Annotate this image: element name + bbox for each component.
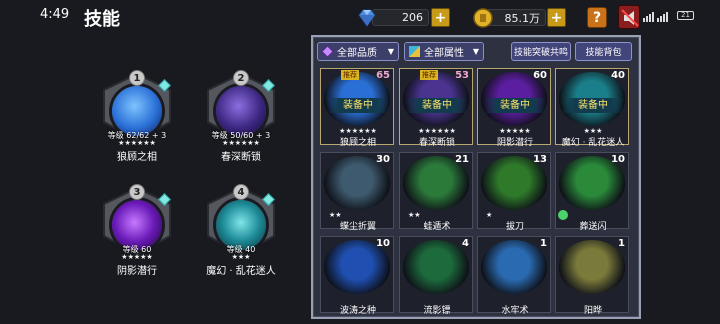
skill-count: 60 — [533, 70, 547, 81]
skill-count: 4 — [462, 238, 469, 249]
help-button[interactable]: ? — [587, 7, 607, 28]
skill-name: 阴影潜行 — [117, 266, 157, 277]
slot-number: 3 — [129, 184, 145, 200]
skill-card[interactable]: 推荐 65 装备中 ★★★★★★ 狼顾之相 — [320, 68, 394, 148]
skill-card[interactable]: 40 装备中 ★★★ 魔幻 · 乱花迷人 — [555, 68, 629, 148]
gold-currency: 85.1万 + — [472, 8, 567, 28]
status-time: 4:49 — [40, 7, 70, 22]
mute-button[interactable] — [618, 5, 640, 29]
diamond-currency: 206 + — [356, 8, 451, 28]
star-rating: ★★★ — [583, 127, 603, 135]
skill-card[interactable]: 60 装备中 ★★★★★ 阴影潜行 — [477, 68, 551, 148]
skill-count: 21 — [455, 154, 469, 165]
gold-amount: 85.1万 — [486, 9, 546, 26]
skill-orb — [112, 86, 162, 136]
attribute-filter-icon — [409, 46, 420, 57]
skill-card[interactable]: 10 波涛之种 — [320, 236, 394, 316]
skill-name: 阳晔 — [583, 306, 602, 316]
skill-name: 魔幻 · 乱花迷人 — [206, 266, 276, 277]
skill-orb — [216, 86, 266, 136]
star-rating: ★★★★★★ — [118, 139, 156, 147]
skill-card[interactable]: 10 葬送闪 — [555, 152, 629, 232]
add-diamond-button[interactable]: + — [431, 8, 450, 27]
skill-card[interactable]: 4 流影镖 — [399, 236, 473, 316]
skill-orb — [216, 200, 266, 250]
skill-name: 水牢术 — [501, 306, 529, 316]
skill-art — [403, 240, 469, 294]
star-rating: ★★★★★★ — [339, 127, 377, 135]
skill-name: 阴影潜行 — [496, 138, 533, 148]
star-rating: ★★★★★★ — [418, 127, 456, 135]
star-rating: ★ — [486, 211, 493, 219]
recommend-tag: 推荐 — [420, 70, 438, 80]
equipped-label: 装备中 — [327, 98, 389, 113]
attribute-filter-label: 全部属性 — [424, 48, 464, 59]
star-rating: ★★ — [408, 211, 421, 219]
slot-number: 4 — [233, 184, 249, 200]
skill-card[interactable]: 13 ★ 拔刀 — [477, 152, 551, 232]
skill-art — [559, 240, 625, 294]
battery-icon: 21 — [677, 11, 694, 20]
diamond-icon — [358, 9, 376, 27]
quality-filter-label: 全部品质 — [337, 48, 377, 59]
skill-count: 40 — [611, 70, 625, 81]
recommend-tag: 推荐 — [341, 70, 359, 80]
star-rating: ★★★★★★ — [222, 139, 260, 147]
skill-count: 53 — [455, 70, 469, 81]
equipped-label: 装备中 — [484, 98, 546, 113]
slot-number: 1 — [129, 70, 145, 86]
skill-panel: 全部品质 ▼ 全部属性 ▼ 技能突破共鸣 技能背包 推荐 65 装备中 ★★★★★★ 狼… — [311, 35, 641, 319]
coin-icon — [473, 8, 493, 28]
skill-name: 狼顾之相 — [117, 152, 157, 163]
star-rating: ★★★★★ — [499, 127, 531, 135]
skill-card[interactable]: 1 水牢术 — [477, 236, 551, 316]
slot-number: 2 — [233, 70, 249, 86]
skill-name: 蛙遁术 — [423, 222, 451, 232]
skill-count: 1 — [540, 238, 547, 249]
equipped-label: 装备中 — [406, 98, 468, 113]
equipped-label: 装备中 — [562, 98, 624, 113]
star-rating: ★★ — [329, 211, 342, 219]
skill-art — [481, 240, 547, 294]
skill-name: 拔刀 — [505, 222, 524, 232]
skill-bag-button[interactable]: 技能背包 — [575, 42, 632, 61]
skill-name: 狼顾之相 — [339, 138, 376, 148]
skill-name: 葬送闪 — [579, 222, 607, 232]
diamond-filter-icon — [321, 45, 334, 58]
skill-name: 春深断锁 — [221, 152, 261, 163]
quality-filter-dropdown[interactable]: 全部品质 ▼ — [317, 42, 399, 61]
skill-name: 春深断锁 — [418, 138, 455, 148]
skill-count: 65 — [376, 70, 390, 81]
diamond-amount: 206 — [372, 9, 429, 26]
skill-count: 10 — [376, 238, 390, 249]
attribute-filter-dropdown[interactable]: 全部属性 ▼ — [404, 42, 484, 61]
skill-name: 蝶尘折翼 — [339, 222, 376, 232]
skill-count: 30 — [376, 154, 390, 165]
skill-resonance-button[interactable]: 技能突破共鸣 — [511, 42, 571, 61]
skill-orb — [112, 200, 162, 250]
skill-card[interactable]: 21 ★★ 蛙遁术 — [399, 152, 473, 232]
skill-card[interactable]: 1 阳晔 — [555, 236, 629, 316]
skill-card[interactable]: 30 ★★ 蝶尘折翼 — [320, 152, 394, 232]
skill-count: 10 — [611, 154, 625, 165]
skill-count: 1 — [618, 238, 625, 249]
mute-icon — [621, 9, 639, 27]
skill-card[interactable]: 推荐 53 装备中 ★★★★★★ 春深断锁 — [399, 68, 473, 148]
skill-name: 波涛之种 — [339, 306, 376, 316]
chevron-down-icon: ▼ — [472, 47, 479, 56]
star-rating: ★★★ — [231, 253, 251, 261]
star-rating: ★★★★★ — [121, 253, 153, 261]
skill-count: 13 — [533, 154, 547, 165]
skill-name: 魔幻 · 乱花迷人 — [561, 138, 625, 148]
page-title: 技能 — [84, 9, 120, 30]
chevron-down-icon: ▼ — [387, 47, 394, 56]
upgrade-indicator-icon — [558, 210, 568, 220]
add-gold-button[interactable]: + — [547, 8, 566, 27]
skill-name: 流影镖 — [423, 306, 451, 316]
